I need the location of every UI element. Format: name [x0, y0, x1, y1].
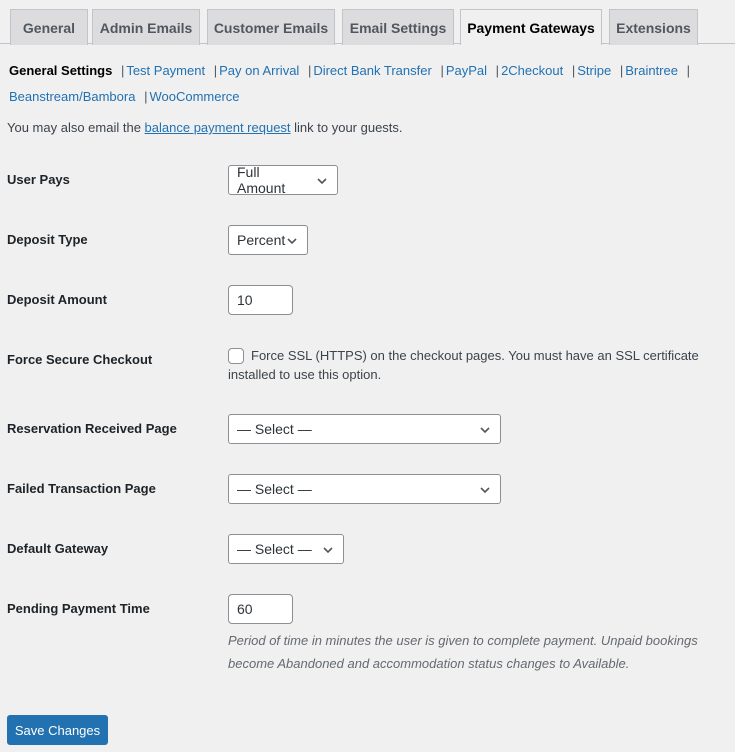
subnav-stripe[interactable]: Stripe [577, 63, 611, 78]
default-gateway-select[interactable]: — Select — [228, 534, 344, 564]
subnav-general-settings: General Settings [9, 63, 113, 78]
subnav-paypal[interactable]: PayPal [446, 63, 487, 78]
subnav-separator: | [144, 89, 148, 104]
subnav-separator: | [495, 63, 500, 78]
tab-general[interactable]: General [10, 9, 88, 45]
failed-transaction-page-select[interactable]: — Select — [228, 474, 501, 504]
user-pays-label: User Pays [7, 172, 70, 187]
chevron-down-icon [287, 238, 297, 245]
subnav-separator: | [440, 63, 444, 78]
default-gateway-value: — Select — [237, 541, 312, 557]
deposit-amount-input[interactable]: 10 [228, 285, 293, 315]
subnav-woocommerce[interactable]: WooCommerce [149, 89, 239, 104]
pending-payment-time-input[interactable]: 60 [228, 594, 293, 624]
balance-payment-request-link[interactable]: balance payment request [145, 120, 291, 135]
failed-transaction-page-value: — Select — [237, 481, 312, 497]
chevron-down-icon [317, 178, 327, 185]
tab-email-settings[interactable]: Email Settings [342, 9, 454, 45]
save-changes-button[interactable]: Save Changes [7, 715, 108, 745]
subnav-test-payment[interactable]: Test Payment [126, 63, 205, 78]
subnav-beanstream-bambora[interactable]: Beanstream/Bambora [9, 89, 135, 104]
subnav-2checkout[interactable]: 2Checkout [501, 63, 563, 78]
reservation-received-page-value: — Select — [237, 421, 312, 437]
subnav-separator: | [120, 63, 125, 78]
subnav-separator: | [619, 63, 624, 78]
reservation-received-page-select[interactable]: — Select — [228, 414, 501, 444]
intro-before: You may also email the [7, 120, 145, 135]
subnav-separator: | [571, 63, 576, 78]
subnav-separator: | [307, 63, 312, 78]
subnav-direct-bank-transfer[interactable]: Direct Bank Transfer [313, 63, 432, 78]
subnav-separator: | [213, 63, 218, 78]
intro-after: link to your guests. [290, 120, 403, 135]
tab-customer-emails[interactable]: Customer Emails [207, 9, 335, 45]
user-pays-select[interactable]: Full Amount [228, 164, 338, 196]
subnav-separator: | [686, 63, 690, 78]
chevron-down-icon [323, 547, 333, 554]
gateway-subnav: General Settings | Test Payment | Pay on A… [9, 58, 729, 110]
chevron-down-icon [480, 487, 490, 494]
deposit-amount-label: Deposit Amount [7, 292, 107, 307]
tab-payment-gateways[interactable]: Payment Gateways [460, 9, 602, 45]
tab-admin-emails[interactable]: Admin Emails [92, 9, 200, 45]
settings-tabs: General Admin Emails Customer Emails Ema… [0, 0, 735, 45]
pending-payment-time-label: Pending Payment Time [7, 601, 150, 616]
intro-text: You may also email the balance payment r… [7, 120, 403, 135]
force-secure-checkout-label: Force Secure Checkout [7, 352, 153, 367]
default-gateway-label: Default Gateway [7, 541, 109, 556]
failed-transaction-page-label: Failed Transaction Page [7, 481, 156, 496]
deposit-type-label: Deposit Type [7, 232, 88, 247]
user-pays-value: Full Amount [237, 164, 286, 196]
subnav-braintree[interactable]: Braintree [625, 63, 678, 78]
force-ssl-text: Force SSL (HTTPS) on the checkout pages.… [228, 348, 699, 382]
reservation-received-page-label: Reservation Received Page [7, 421, 177, 436]
force-ssl-checkbox[interactable] [228, 348, 244, 364]
pending-payment-time-description: Period of time in minutes the user is gi… [228, 633, 698, 671]
deposit-type-value: Percent [237, 232, 286, 248]
deposit-type-select[interactable]: Percent [228, 225, 308, 255]
tab-extensions[interactable]: Extensions [609, 9, 698, 45]
chevron-down-icon [480, 427, 490, 434]
subnav-pay-on-arrival[interactable]: Pay on Arrival [219, 63, 299, 78]
